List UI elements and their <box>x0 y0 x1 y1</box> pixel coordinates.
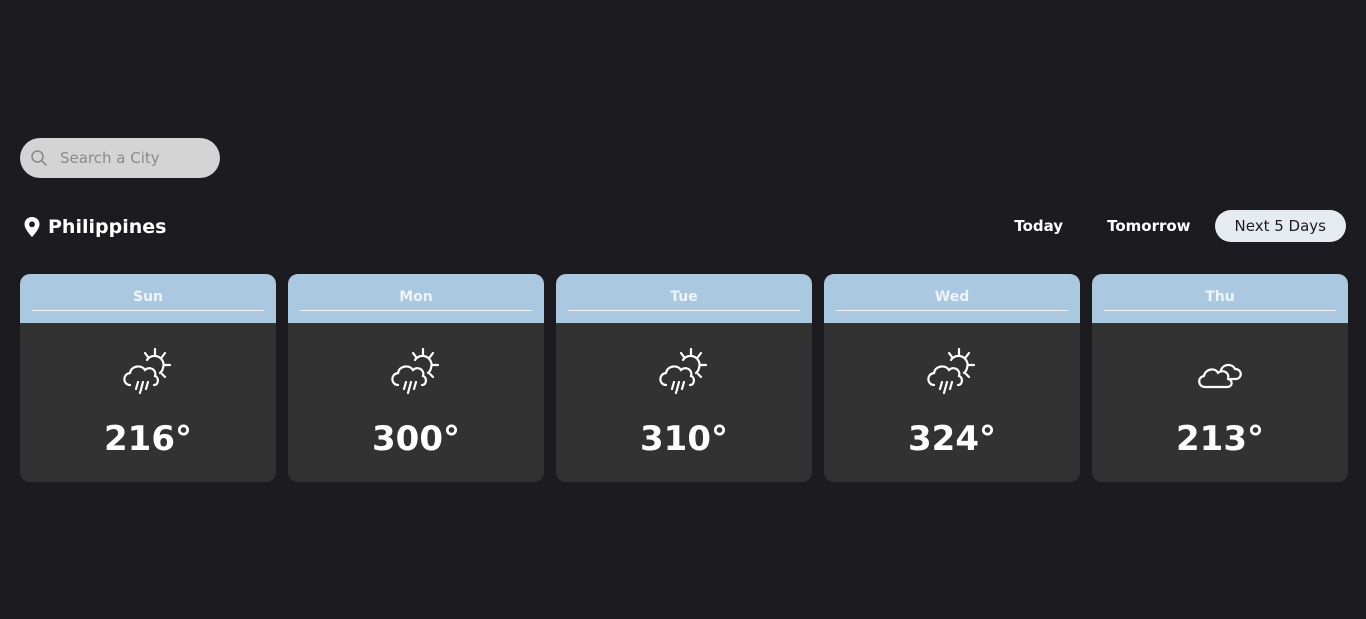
card-header: Sun <box>20 274 276 323</box>
divider <box>1104 310 1336 311</box>
temperature: 324° <box>908 419 996 459</box>
card-header: Mon <box>288 274 544 323</box>
tab-tomorrow[interactable]: Tomorrow <box>1087 210 1210 242</box>
tab-today[interactable]: Today <box>994 210 1083 242</box>
day-label: Wed <box>934 289 970 305</box>
divider <box>32 310 264 311</box>
forecast-cards: Sun 216° Mon 300° Tue 310° Wed 324° Thu … <box>20 274 1348 482</box>
cloudy-icon <box>1198 363 1242 389</box>
day-label: Thu <box>1205 289 1235 305</box>
search-box[interactable] <box>20 138 220 178</box>
rain-sun-icon <box>927 347 976 395</box>
card-header: Tue <box>556 274 812 323</box>
divider <box>568 310 800 311</box>
divider <box>300 310 532 311</box>
rain-sun-icon <box>391 347 440 395</box>
forecast-card-thu: Thu 213° <box>1092 274 1348 482</box>
forecast-card-wed: Wed 324° <box>824 274 1080 482</box>
tab-next-5-days[interactable]: Next 5 Days <box>1214 210 1346 242</box>
search-input[interactable] <box>60 138 210 178</box>
location-pin-icon <box>24 217 40 237</box>
weather-app: Philippines Today Tomorrow Next 5 Days S… <box>0 0 1366 619</box>
day-label: Sun <box>132 289 164 305</box>
forecast-tabs: Today Tomorrow Next 5 Days <box>994 210 1346 242</box>
temperature: 213° <box>1176 419 1264 459</box>
forecast-card-tue: Tue 310° <box>556 274 812 482</box>
search-icon <box>31 150 47 166</box>
temperature: 300° <box>372 419 460 459</box>
forecast-card-mon: Mon 300° <box>288 274 544 482</box>
temperature: 216° <box>104 419 192 459</box>
day-label: Tue <box>670 289 698 305</box>
rain-sun-icon <box>123 347 172 395</box>
divider <box>836 310 1068 311</box>
location: Philippines <box>20 214 166 240</box>
location-name: Philippines <box>48 216 167 238</box>
card-header: Wed <box>824 274 1080 323</box>
rain-sun-icon <box>659 347 708 395</box>
forecast-card-sun: Sun 216° <box>20 274 276 482</box>
day-label: Mon <box>399 289 433 305</box>
card-header: Thu <box>1092 274 1348 323</box>
temperature: 310° <box>640 419 728 459</box>
